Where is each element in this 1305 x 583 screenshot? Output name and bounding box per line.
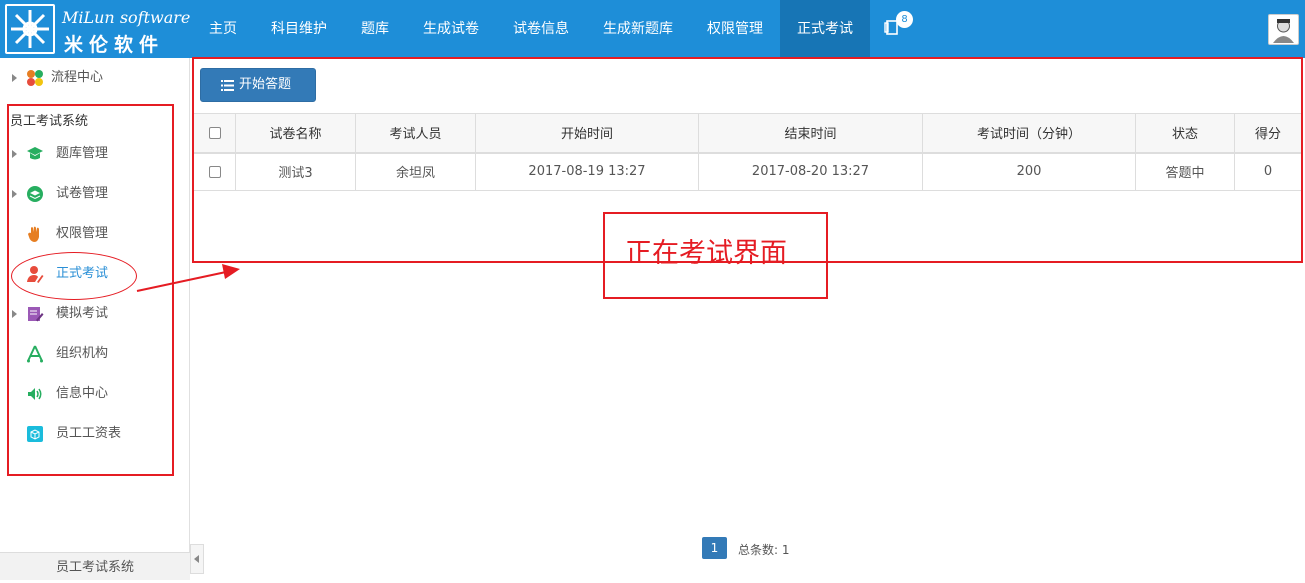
annotation-arrow (136, 264, 240, 292)
